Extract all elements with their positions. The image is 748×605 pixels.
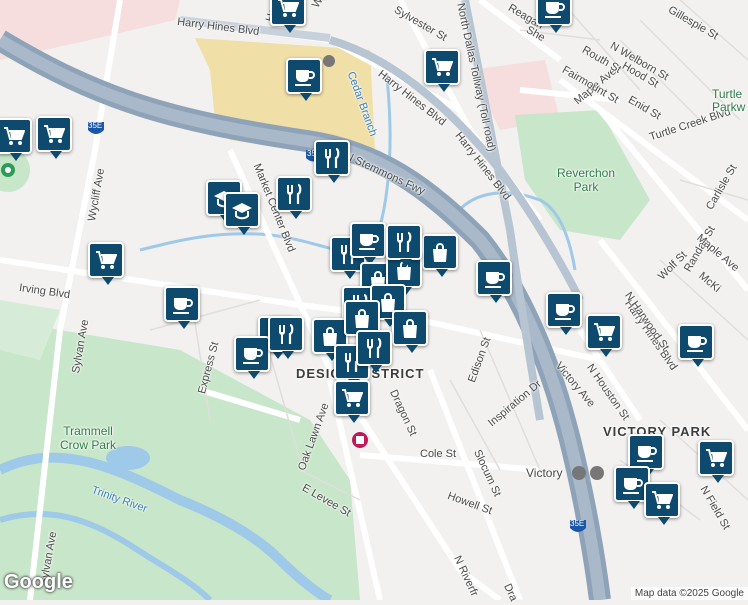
poi-pin-restaurant[interactable] [268,316,304,359]
poi-pin-coffee[interactable] [546,292,582,335]
poi-pin-restaurant[interactable] [356,330,392,373]
google-logo: Google [4,571,73,593]
shopping-cart-icon [342,389,363,407]
map-attribution: Map data ©2025 Google [630,587,748,600]
shopping-cart-icon [44,125,65,143]
poi-pin-shop[interactable] [424,49,460,92]
label-trammell-crow: Trammell Crow Park [59,424,116,452]
shopping-bag-icon [433,243,447,262]
poi-pin-coffee[interactable] [476,260,512,303]
fork-knife-icon [287,183,302,204]
label-cole-st: Cole St [420,448,457,460]
shopping-cart-icon [652,491,673,509]
poi-pin-school[interactable] [224,192,260,235]
poi-pin-coffee[interactable] [164,286,200,329]
poi-pin-coffee[interactable] [234,336,270,379]
shopping-cart-icon [4,127,25,145]
label-reverchon: Reverchon Park [556,166,616,194]
poi-pin-shop[interactable] [644,482,680,525]
shopping-cart-icon [706,449,727,467]
coffee-cup-icon [243,348,263,364]
fork-knife-icon [325,147,340,168]
poi-pin-shop[interactable] [586,314,622,357]
coffee-cup-icon [555,304,575,320]
poi-pin-coffee[interactable] [628,434,664,477]
poi-pin-shop[interactable] [0,118,32,161]
poi-pin-bag[interactable] [392,310,428,353]
coffee-cup-icon [359,234,379,250]
shopping-bag-icon [403,319,417,338]
label-victory: Victory [526,466,563,480]
graduation-cap-icon [232,203,252,220]
poi-pin-coffee[interactable] [536,0,572,33]
coffee-cup-icon [637,446,657,462]
map-canvas[interactable]: Harry Hines Blvd Harry Hines Blvd Harry … [0,0,748,605]
poi-pin-shop[interactable] [270,0,306,33]
coffee-cup-icon [623,478,643,494]
poi-pin-shop[interactable] [88,242,124,285]
poi-pin-bag[interactable] [422,234,458,277]
label-i35e-a: 35E [88,121,103,130]
poi-pin-shop[interactable] [334,380,370,423]
shopping-cart-icon [432,58,453,76]
poi-pin-restaurant[interactable] [314,140,350,183]
shopping-cart-icon [594,323,615,341]
poi-pin-shop[interactable] [698,440,734,483]
poi-pin-restaurant[interactable] [386,224,422,267]
poi-pin-coffee[interactable] [678,324,714,367]
shopping-bag-icon [355,309,369,328]
poi-pin-restaurant[interactable] [276,176,312,219]
poi-pin-shop[interactable] [36,116,72,159]
poi-pin-coffee[interactable] [350,222,386,265]
coffee-cup-icon [485,272,505,288]
shopping-cart-icon [96,251,117,269]
fork-knife-icon [397,231,412,252]
coffee-cup-icon [295,70,315,86]
label-turtle-parkway: Turtle Parkw [712,87,746,114]
label-i35e-b: 35E [570,519,585,528]
fork-knife-icon [367,337,382,358]
shopping-cart-icon [278,0,299,17]
coffee-cup-icon [173,298,193,314]
fork-knife-icon [279,323,294,344]
poi-pin-coffee[interactable] [286,58,322,101]
coffee-cup-icon [545,2,565,18]
coffee-cup-icon [687,336,707,352]
